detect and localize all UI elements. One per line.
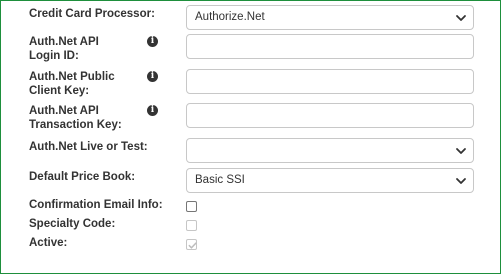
transaction-key-label: Auth.Net API Transaction Key:: [29, 104, 122, 132]
transaction-key-label-line1: Auth.Net API: [29, 105, 99, 117]
public-key-label-line2: Client Key:: [29, 85, 90, 97]
info-icon[interactable]: i: [147, 71, 158, 82]
info-icon[interactable]: i: [147, 36, 158, 47]
settings-panel: Credit Card Processor: Authorize.Net Aut…: [0, 0, 501, 274]
specialty-code-checkbox[interactable]: [186, 220, 197, 231]
live-or-test-select[interactable]: [186, 138, 474, 163]
login-id-label: Auth.Net API Login ID:: [29, 35, 99, 63]
active-label: Active:: [29, 237, 68, 249]
live-or-test-label: Auth.Net Live or Test:: [29, 141, 148, 153]
active-checkbox[interactable]: [186, 239, 197, 250]
chevron-down-icon: [456, 15, 466, 21]
public-key-label: Auth.Net Public Client Key:: [29, 70, 115, 98]
processor-label: Credit Card Processor:: [29, 8, 155, 20]
confirmation-email-checkbox[interactable]: [186, 201, 197, 212]
public-key-input[interactable]: [186, 69, 474, 94]
public-key-label-line1: Auth.Net Public: [29, 71, 115, 83]
processor-selected-value: Authorize.Net: [195, 11, 265, 23]
price-book-label: Default Price Book:: [29, 171, 136, 183]
login-id-label-line2: Login ID:: [29, 50, 79, 62]
chevron-down-icon: [456, 148, 466, 154]
checkmark-icon: [188, 242, 197, 249]
price-book-selected-value: Basic SSI: [195, 174, 245, 186]
info-icon[interactable]: i: [147, 105, 158, 116]
specialty-code-label: Specialty Code:: [29, 218, 116, 230]
processor-select[interactable]: Authorize.Net: [186, 5, 474, 30]
transaction-key-input[interactable]: [186, 103, 474, 128]
login-id-label-line1: Auth.Net API: [29, 36, 99, 48]
login-id-input[interactable]: [186, 34, 474, 59]
price-book-select[interactable]: Basic SSI: [186, 168, 474, 193]
transaction-key-label-line2: Transaction Key:: [29, 119, 122, 131]
confirmation-email-label: Confirmation Email Info:: [29, 199, 163, 211]
chevron-down-icon: [456, 178, 466, 184]
